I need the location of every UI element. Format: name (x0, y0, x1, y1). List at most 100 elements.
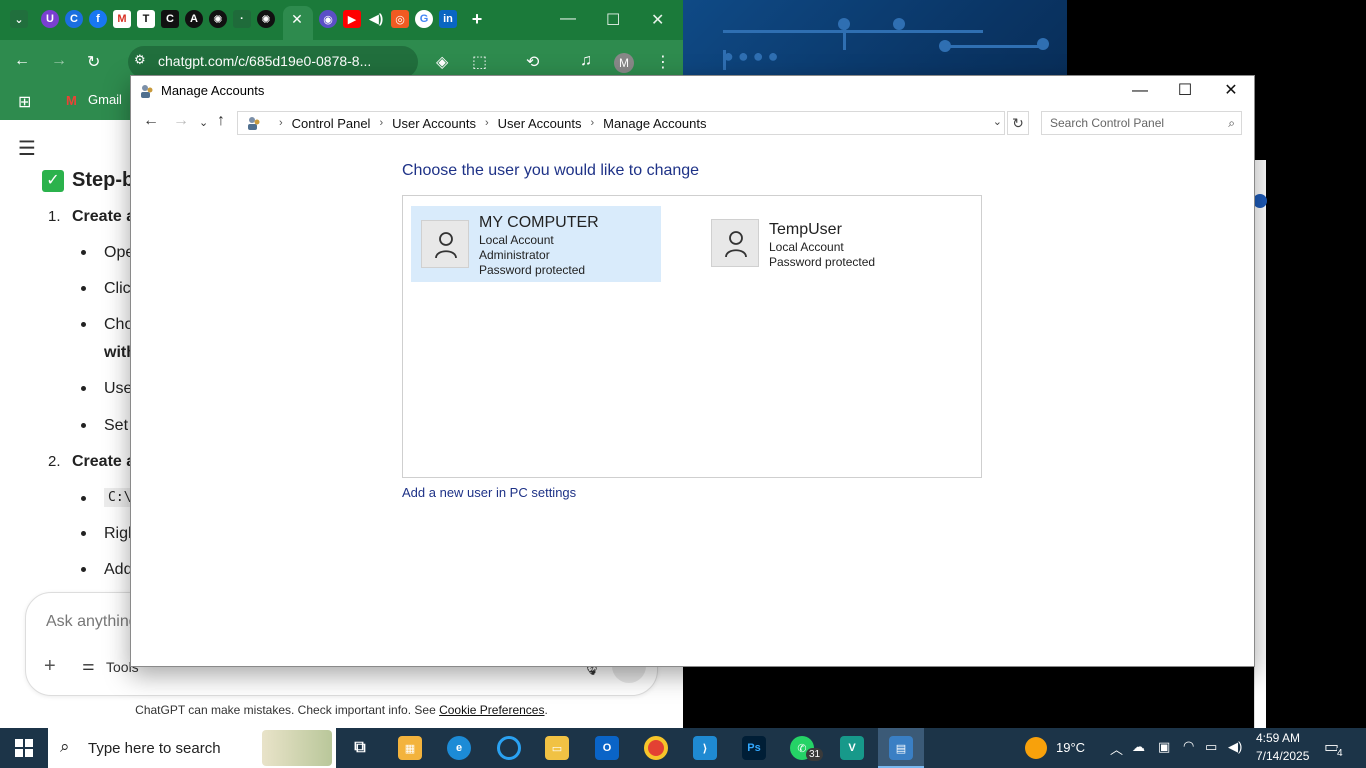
search-icon: ⌕ (60, 737, 70, 756)
tab-close-icon[interactable]: ✕ (288, 10, 306, 28)
user-avatar-icon (421, 220, 469, 268)
breadcrumb-separator-icon[interactable]: › (590, 117, 594, 129)
edge-icon[interactable]: e (447, 736, 471, 760)
close-icon[interactable]: ✕ (1208, 80, 1254, 106)
start-button[interactable] (0, 728, 48, 768)
recent-locations-chevron-icon[interactable]: ⌄ (199, 116, 208, 129)
bullet (81, 250, 86, 255)
reload-icon[interactable]: ↻ (87, 52, 100, 72)
forward-icon[interactable]: → (51, 52, 67, 70)
chrome-icon[interactable] (644, 736, 668, 760)
outlook-icon[interactable]: O (595, 736, 619, 760)
account-tile-tempuser[interactable]: TempUser Local Account Password protecte… (701, 206, 951, 282)
onedrive-icon[interactable]: ☁ (1132, 739, 1145, 755)
app-icon-v[interactable]: V (840, 736, 864, 760)
cortana-icon[interactable] (497, 736, 521, 760)
account-role: Administrator (479, 248, 550, 262)
new-tab-icon[interactable]: + (468, 9, 486, 29)
clock-date[interactable]: 7/14/2025 (1256, 749, 1309, 763)
breadcrumb-separator-icon[interactable]: › (485, 117, 489, 129)
tab-icon-audio[interactable]: ◀) (367, 10, 385, 28)
account-name: TempUser (769, 221, 842, 238)
minimize-icon[interactable]: — (1117, 80, 1163, 106)
media-control-icon[interactable]: ♫ (580, 52, 592, 70)
tab-icon-openai[interactable]: ✺ (209, 10, 227, 28)
breadcrumb-separator-icon[interactable]: › (379, 117, 383, 129)
file-explorer-icon[interactable]: ▭ (545, 736, 569, 760)
breadcrumb-separator-icon[interactable]: › (279, 117, 283, 129)
show-hidden-icons-icon[interactable]: ︿ (1110, 739, 1123, 758)
history-icon[interactable]: ⟲ (526, 52, 539, 72)
help-icon[interactable] (1253, 194, 1267, 208)
tab-icon-1[interactable]: U (41, 10, 59, 28)
account-tile-my-computer[interactable]: MY COMPUTER Local Account Administrator … (411, 206, 661, 282)
back-arrow-icon[interactable]: ← (143, 112, 159, 130)
chrome-minimize-icon[interactable]: — (560, 10, 576, 28)
page-heading: Choose the user you would like to change (402, 162, 700, 179)
search-icon[interactable]: ⌕ (1228, 116, 1235, 131)
address-dropdown-icon[interactable]: ⌄ (993, 115, 1002, 128)
add-attachment-icon[interactable]: + (44, 655, 56, 678)
tab-icon-6[interactable]: C (161, 10, 179, 28)
tab-icon-11[interactable]: ◉ (319, 10, 337, 28)
photoshop-icon[interactable]: Ps (742, 736, 766, 760)
vscode-icon[interactable]: ⟩ (693, 736, 717, 760)
check-emoji-icon: ✓ (42, 170, 64, 192)
extension-icon-1[interactable]: ◈ (436, 52, 448, 72)
task-view-icon[interactable]: ⧉ (348, 736, 372, 760)
breadcrumb-control-panel[interactable]: Control Panel (292, 116, 371, 131)
tab-icon-linkedin[interactable]: in (439, 10, 457, 28)
chat-bullet-5: Set (104, 417, 129, 434)
title-bar[interactable]: Manage Accounts — ☐ ✕ (131, 76, 1254, 106)
tab-icon-google[interactable]: G (415, 10, 433, 28)
address-breadcrumb[interactable]: › Control Panel › User Accounts › User A… (237, 111, 1005, 135)
breadcrumb-manage-accounts[interactable]: Manage Accounts (603, 116, 706, 131)
control-panel-taskbar-icon[interactable]: ▤ (889, 736, 913, 760)
chat-input-placeholder[interactable]: Ask anything (46, 613, 138, 631)
microsoft-store-icon[interactable]: ▦ (398, 736, 422, 760)
tab-icon-openai-2[interactable]: ✺ (257, 10, 275, 28)
extensions-puzzle-icon[interactable]: ⬚ (472, 52, 487, 72)
forward-arrow-icon[interactable]: → (173, 112, 189, 130)
volume-icon[interactable]: ◀) (1228, 739, 1242, 755)
up-arrow-icon[interactable]: ↑ (217, 112, 225, 130)
apps-grid-icon[interactable]: ⊞ (18, 92, 31, 112)
tab-icon-facebook[interactable]: f (89, 10, 107, 28)
tab-icon-youtube[interactable]: ▶ (343, 10, 361, 28)
list-number-1: 1. (48, 208, 61, 225)
weather-icon[interactable] (1025, 737, 1047, 759)
wifi-icon[interactable]: ◠ (1183, 738, 1194, 754)
tools-icon[interactable]: ⚌ (82, 657, 95, 674)
site-info-icon[interactable]: ⚙ (134, 52, 146, 68)
maximize-icon[interactable]: ☐ (1162, 80, 1208, 106)
cookie-preferences-link[interactable]: Cookie Preferences (439, 703, 544, 717)
meet-now-icon[interactable]: ▣ (1158, 739, 1170, 755)
tab-icon-7[interactable]: A (185, 10, 203, 28)
address-bar[interactable]: ⚙ chatgpt.com/c/685d19e0-0878-8... (128, 46, 418, 78)
account-password-status: Password protected (769, 255, 876, 269)
account-type: Local Account (769, 240, 844, 254)
clock-time[interactable]: 4:59 AM (1256, 731, 1300, 745)
chrome-maximize-icon[interactable]: ☐ (606, 10, 620, 30)
weather-temperature[interactable]: 19°C (1056, 740, 1085, 755)
profile-avatar[interactable]: M (614, 53, 634, 73)
sidebar-toggle-icon[interactable]: ☰ (18, 136, 36, 161)
breadcrumb-user-accounts[interactable]: User Accounts (392, 116, 476, 131)
chrome-close-icon[interactable]: ✕ (651, 10, 664, 30)
add-new-user-link[interactable]: Add a new user in PC settings (402, 485, 576, 500)
tab-icon-9[interactable]: · (233, 10, 251, 28)
gmail-bookmark[interactable]: Gmail (88, 92, 122, 107)
tab-icon-gmail[interactable]: M (113, 10, 131, 28)
tab-icon-2[interactable]: C (65, 10, 83, 28)
tab-icon-14[interactable]: ◎ (391, 10, 409, 28)
battery-icon[interactable]: ▭ (1205, 739, 1217, 755)
gmail-bookmark-icon[interactable]: M (66, 93, 77, 108)
person-icon (725, 231, 747, 258)
breadcrumb-user-accounts-2[interactable]: User Accounts (498, 116, 582, 131)
search-control-panel-input[interactable]: Search Control Panel ⌕ (1041, 111, 1242, 135)
tab-icon-5[interactable]: T (137, 10, 155, 28)
tab-search-dropdown-icon[interactable]: ⌄ (10, 10, 28, 28)
chrome-menu-icon[interactable]: ⋮ (655, 52, 671, 72)
refresh-icon[interactable]: ↻ (1007, 111, 1029, 135)
back-icon[interactable]: ← (14, 52, 30, 70)
